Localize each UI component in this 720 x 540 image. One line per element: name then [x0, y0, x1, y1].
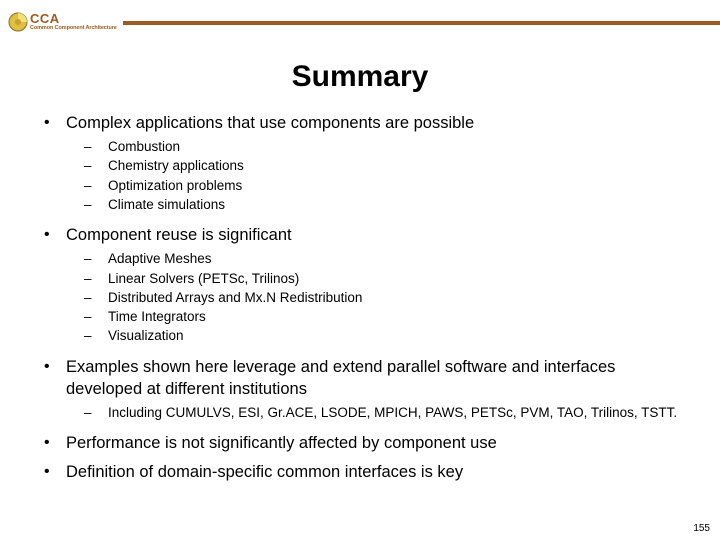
sub-bullet-item: Combustion	[66, 138, 690, 156]
sub-bullet-text: Time Integrators	[108, 309, 206, 324]
sub-bullet-text: Adaptive Meshes	[108, 251, 212, 266]
sub-bullet-list: Including CUMULVS, ESI, Gr.ACE, LSODE, M…	[66, 404, 690, 422]
logo-acronym: CCA	[30, 12, 117, 25]
sub-bullet-text: Climate simulations	[108, 197, 225, 212]
logo-subtitle: Common Component Architecture	[30, 26, 117, 32]
bullet-item: Complex applications that use components…	[38, 112, 690, 214]
sub-bullet-text: Distributed Arrays and Mx.N Redistributi…	[108, 290, 362, 305]
bullet-list: Complex applications that use components…	[38, 112, 690, 483]
sub-bullet-list: Adaptive Meshes Linear Solvers (PETSc, T…	[66, 250, 690, 345]
sub-bullet-item: Visualization	[66, 327, 690, 345]
logo-icon	[8, 12, 28, 32]
sub-bullet-text: Linear Solvers (PETSc, Trilinos)	[108, 271, 299, 286]
bullet-item: Examples shown here leverage and extend …	[38, 356, 690, 423]
bullet-text: Complex applications that use components…	[66, 114, 474, 132]
bullet-text: Performance is not significantly affecte…	[66, 434, 497, 452]
sub-bullet-text: Chemistry applications	[108, 158, 244, 173]
slide-title: Summary	[0, 60, 720, 94]
sub-bullet-text: Combustion	[108, 139, 180, 154]
sub-bullet-item: Chemistry applications	[66, 157, 690, 175]
slide-content: Complex applications that use components…	[0, 112, 720, 483]
sub-bullet-item: Climate simulations	[66, 196, 690, 214]
bullet-item: Definition of domain-specific common int…	[38, 461, 690, 483]
page-number: 155	[693, 523, 710, 534]
slide-header: CCA Common Component Architecture	[0, 0, 720, 38]
bullet-item: Component reuse is significant Adaptive …	[38, 224, 690, 345]
bullet-item: Performance is not significantly affecte…	[38, 432, 690, 454]
sub-bullet-item: Including CUMULVS, ESI, Gr.ACE, LSODE, M…	[66, 404, 690, 422]
sub-bullet-text: Visualization	[108, 328, 184, 343]
bullet-text: Examples shown here leverage and extend …	[66, 358, 615, 398]
sub-bullet-item: Linear Solvers (PETSc, Trilinos)	[66, 270, 690, 288]
sub-bullet-list: Combustion Chemistry applications Optimi…	[66, 138, 690, 214]
bullet-text: Component reuse is significant	[66, 226, 292, 244]
logo-text: CCA Common Component Architecture	[30, 12, 117, 32]
sub-bullet-item: Optimization problems	[66, 177, 690, 195]
sub-bullet-item: Distributed Arrays and Mx.N Redistributi…	[66, 289, 690, 307]
sub-bullet-text: Including CUMULVS, ESI, Gr.ACE, LSODE, M…	[108, 405, 677, 420]
header-rule	[123, 21, 720, 25]
sub-bullet-text: Optimization problems	[108, 178, 242, 193]
sub-bullet-item: Adaptive Meshes	[66, 250, 690, 268]
logo-block: CCA Common Component Architecture	[8, 12, 117, 32]
bullet-text: Definition of domain-specific common int…	[66, 463, 463, 481]
sub-bullet-item: Time Integrators	[66, 308, 690, 326]
